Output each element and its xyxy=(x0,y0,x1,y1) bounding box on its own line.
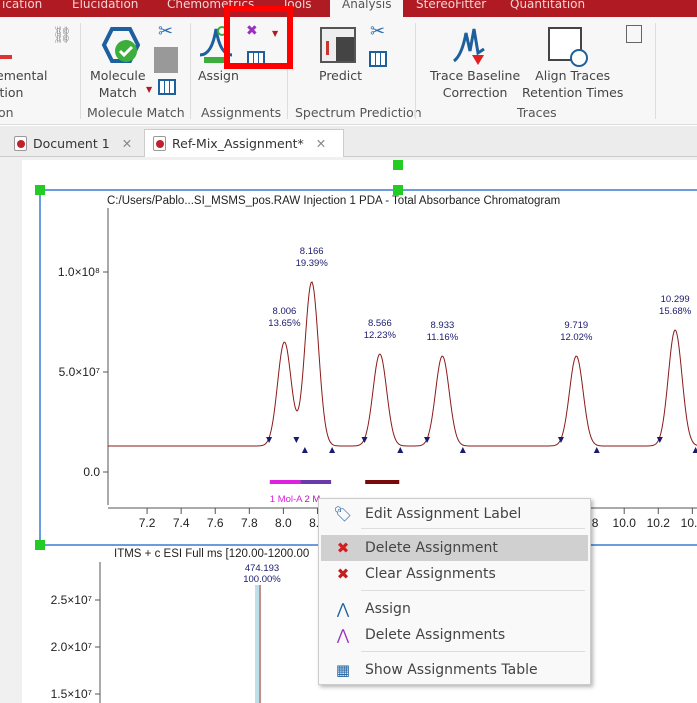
resize-handle[interactable] xyxy=(393,160,403,170)
peak-percent: 12.02% xyxy=(560,332,593,343)
menu-item-edit-assignment-label[interactable]: 🏷 Edit Assignment Label xyxy=(321,501,588,527)
x-tick-label: 7.4 xyxy=(173,516,190,530)
divider xyxy=(361,651,585,652)
y-tick-label: 2.5×10⁷ xyxy=(51,593,92,607)
menu-label: Edit Assignment Label xyxy=(365,506,522,522)
y-tick-label: 1.0×10⁸ xyxy=(58,265,100,279)
clear-x-icon: ✖ xyxy=(336,565,350,583)
x-tick-label: 7.6 xyxy=(207,516,224,530)
assignment-label: 1 Mol-A xyxy=(270,494,303,505)
peak-label: 8.006 xyxy=(273,306,297,317)
spectrum-peak-highlight xyxy=(255,585,259,703)
peak-label: 8.566 xyxy=(368,318,392,329)
menu-item-delete-assignments[interactable]: ⋀ Delete Assignments xyxy=(321,622,588,648)
chromatogram-trace xyxy=(108,281,697,447)
peak-percent: 13.65% xyxy=(268,318,301,329)
peak-start-marker xyxy=(293,437,300,443)
peak-label: 474.193 xyxy=(245,563,279,574)
peak-label: 9.719 xyxy=(564,320,588,331)
red-x-icon: ✖ xyxy=(336,539,350,557)
peak-end-marker xyxy=(397,447,404,453)
divider xyxy=(361,590,585,591)
assignment-bar xyxy=(300,480,332,484)
peak-percent: 12.23% xyxy=(364,330,397,341)
resize-handle[interactable] xyxy=(35,185,45,195)
peak-label: 8.933 xyxy=(430,320,454,331)
resize-handle[interactable] xyxy=(393,185,403,195)
menu-label: Delete Assignments xyxy=(365,627,506,643)
peak-end-marker xyxy=(692,447,697,453)
divider xyxy=(361,528,585,529)
menu-label: Show Assignments Table xyxy=(365,662,538,678)
peak-end-marker xyxy=(301,447,308,453)
menu-item-show-assignments-table[interactable]: ▦ Show Assignments Table xyxy=(321,657,588,683)
assignment-bar xyxy=(269,480,301,484)
peak-end-marker xyxy=(329,447,336,453)
menu-label: Assign xyxy=(365,601,411,617)
peak-label: 10.299 xyxy=(661,294,690,305)
peak-percent: 15.68% xyxy=(659,306,692,317)
context-menu: 🏷 Edit Assignment Label ✖ Delete Assignmen… xyxy=(318,498,591,685)
peak-percent: 19.39% xyxy=(296,258,329,269)
chart-title: C:/Users/Pablo...SI_MSMS_pos.RAW Injecti… xyxy=(107,195,560,207)
menu-label: Delete Assignment xyxy=(365,540,498,556)
assignment-bar xyxy=(365,480,400,484)
assign-peak-icon: ⋀ xyxy=(336,600,350,618)
peak-percent: 11.16% xyxy=(427,332,459,343)
x-tick-label: 7.2 xyxy=(139,516,156,530)
chart-title: ITMS + c ESI Full ms [120.00-1200.00 xyxy=(114,548,309,560)
x-tick-label: 10.0 xyxy=(613,516,637,530)
y-tick-label: 5.0×10⁷ xyxy=(59,365,100,379)
table-icon: ▦ xyxy=(335,661,351,679)
peak-label: 8.166 xyxy=(300,246,324,257)
y-tick-label: 2.0×10⁷ xyxy=(51,640,92,654)
peak-end-marker xyxy=(593,447,600,453)
x-tick-label: 10.4 xyxy=(681,516,697,530)
x-tick-label: 10.2 xyxy=(647,516,671,530)
selection-frame xyxy=(39,189,697,546)
tag-icon: 🏷 xyxy=(333,505,353,523)
menu-item-delete-assignment[interactable]: ✖ Delete Assignment xyxy=(321,535,588,561)
y-tick-label: 1.5×10⁷ xyxy=(51,687,92,701)
y-tick-label: 0.0 xyxy=(83,465,100,479)
x-tick-label: 8.0 xyxy=(275,516,292,530)
peak-percent: 100.00% xyxy=(243,574,281,585)
x-tick-label: 7.8 xyxy=(241,516,258,530)
menu-label: Clear Assignments xyxy=(365,566,496,582)
resize-handle[interactable] xyxy=(35,540,45,550)
menu-item-clear-assignments[interactable]: ✖ Clear Assignments xyxy=(321,561,588,587)
menu-item-assign[interactable]: ⋀ Assign xyxy=(321,596,588,622)
delete-assignments-icon: ⋀ xyxy=(336,626,350,644)
peak-end-marker xyxy=(459,447,466,453)
